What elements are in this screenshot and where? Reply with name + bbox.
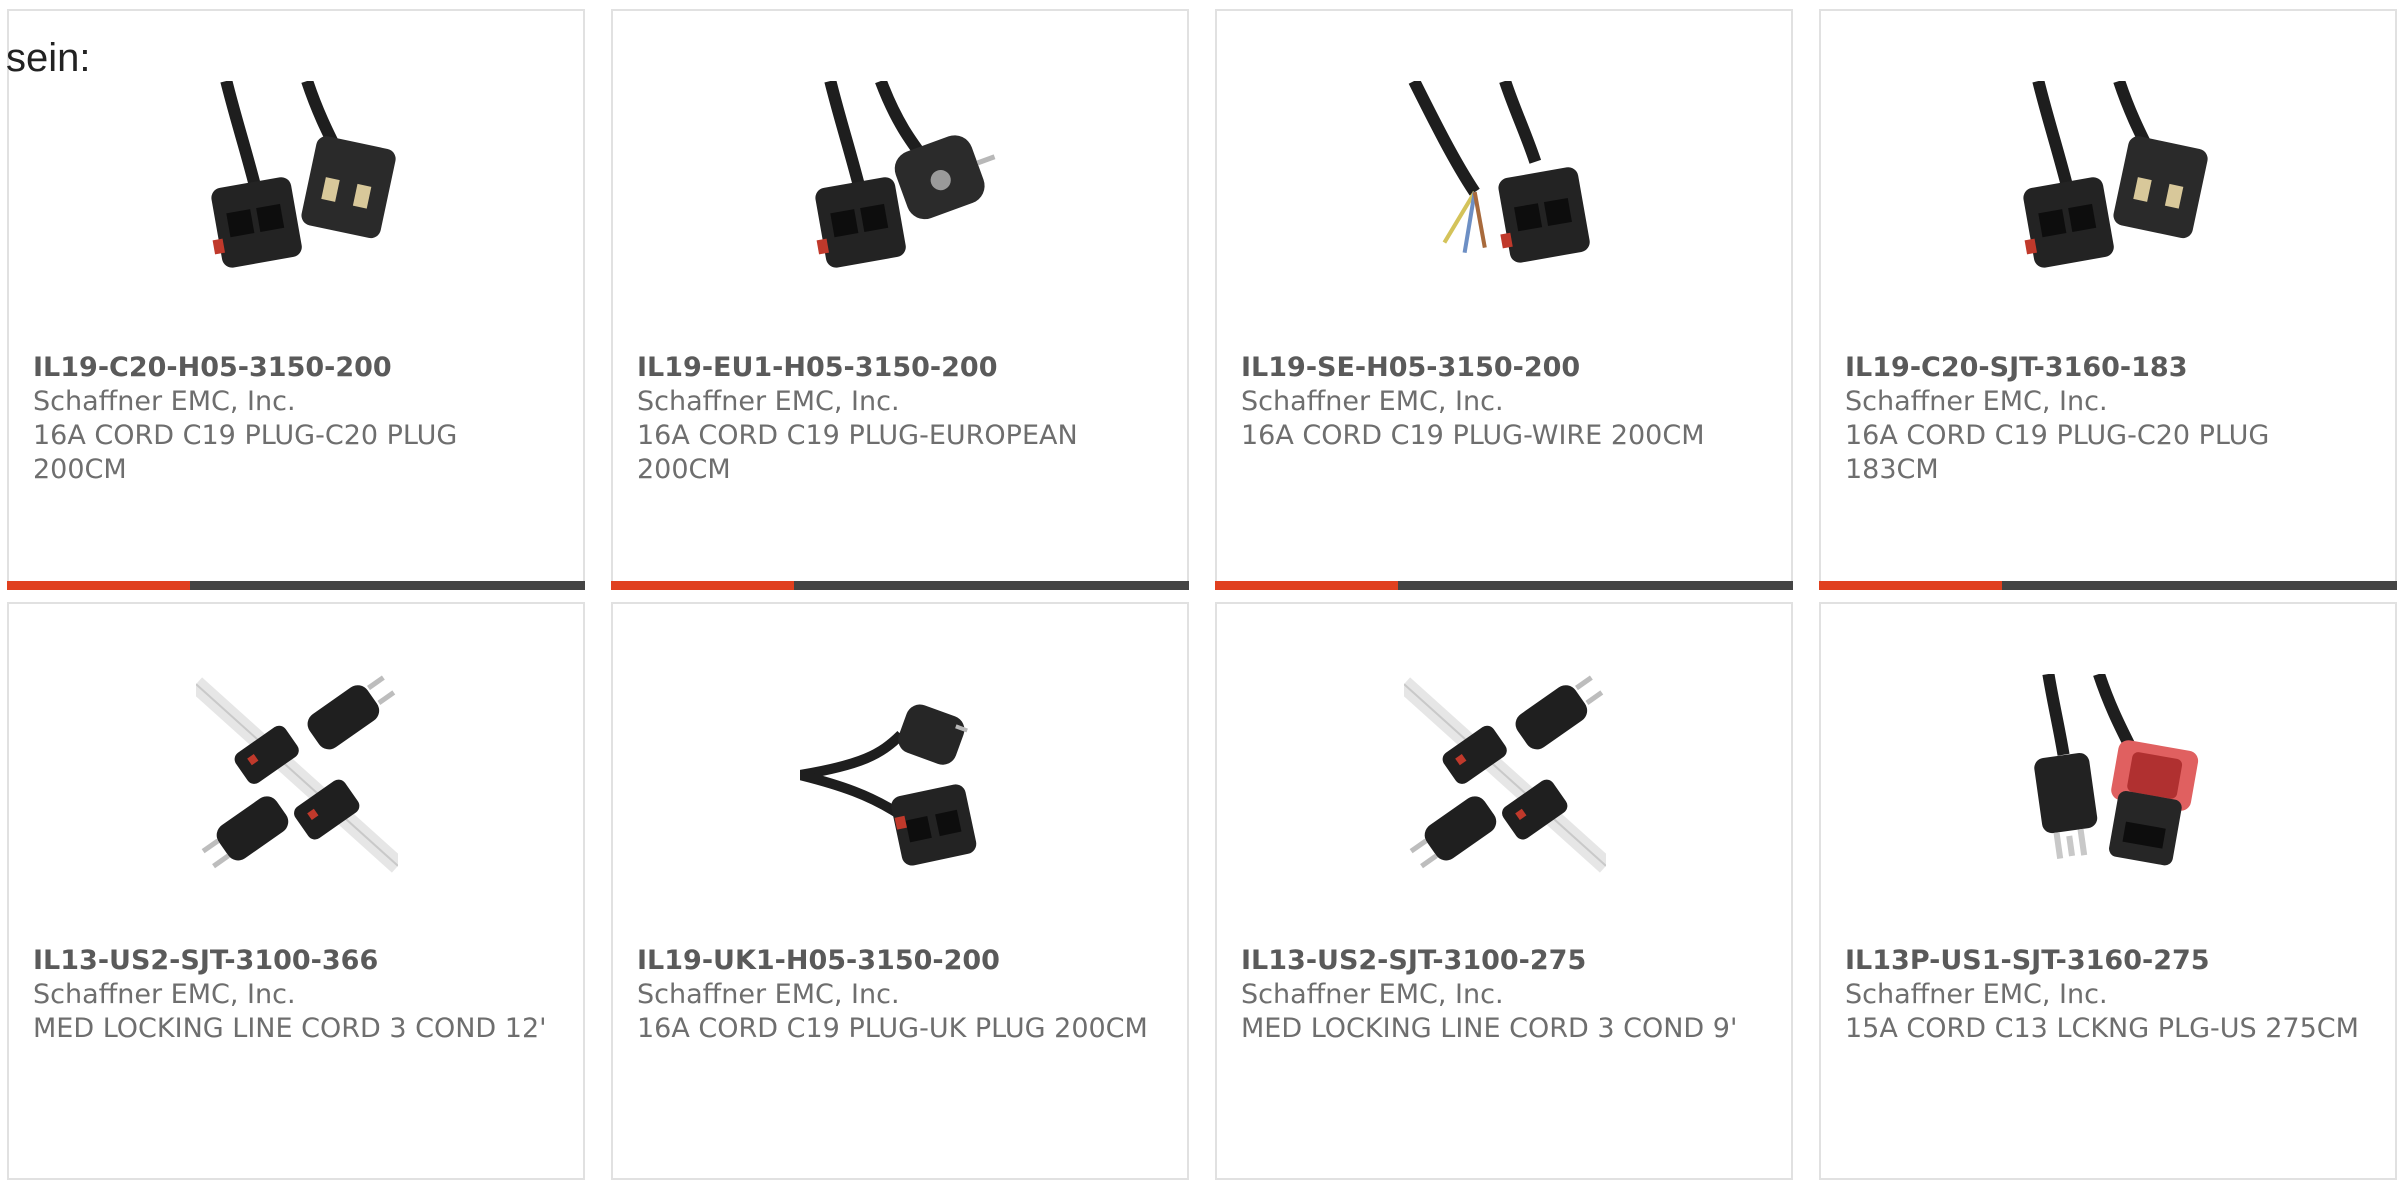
cord-us-locking-image — [196, 675, 398, 873]
manufacturer: Schaffner EMC, Inc. — [33, 979, 296, 1010]
product-description: MED LOCKING LINE CORD 3 COND 9' — [1241, 1013, 1738, 1044]
product-description: 16A CORD C19 PLUG-WIRE 200CM — [1241, 420, 1705, 451]
card-accent-bar — [7, 581, 585, 590]
product-info: IL19-C20-H05-3150-200 Schaffner EMC, Inc… — [33, 351, 553, 487]
cord-c19-c20-image — [2023, 81, 2208, 268]
product-info: IL13-US2-SJT-3100-275 Schaffner EMC, Inc… — [1241, 944, 1761, 1046]
product-description: 16A CORD C19 PLUG-UK PLUG 200CM — [637, 1013, 1148, 1044]
part-number-link[interactable]: IL13-US2-SJT-3100-275 — [1241, 944, 1761, 978]
cord-c19-c20-image — [211, 81, 396, 268]
card-accent-bar — [611, 581, 1189, 590]
product-info: IL19-C20-SJT-3160-183 Schaffner EMC, Inc… — [1845, 351, 2365, 487]
cord-c19-european-image — [815, 81, 996, 268]
part-number-link[interactable]: IL19-EU1-H05-3150-200 — [637, 351, 1157, 385]
product-info: IL19-SE-H05-3150-200 Schaffner EMC, Inc.… — [1241, 351, 1761, 453]
product-info: IL19-EU1-H05-3150-200 Schaffner EMC, Inc… — [637, 351, 1157, 487]
manufacturer: Schaffner EMC, Inc. — [33, 386, 296, 417]
product-info: IL19-UK1-H05-3150-200 Schaffner EMC, Inc… — [637, 944, 1157, 1046]
product-info: IL13P-US1-SJT-3160-275 Schaffner EMC, In… — [1845, 944, 2365, 1046]
manufacturer: Schaffner EMC, Inc. — [1241, 979, 1504, 1010]
product-description: 16A CORD C19 PLUG-EUROPEAN 200CM — [637, 420, 1078, 485]
manufacturer: Schaffner EMC, Inc. — [1845, 386, 2108, 417]
product-card[interactable]: IL19-C20-H05-3150-200 Schaffner EMC, Inc… — [7, 9, 585, 590]
product-card[interactable]: IL13-US2-SJT-3100-275 Schaffner EMC, Inc… — [1215, 602, 1793, 1180]
manufacturer: Schaffner EMC, Inc. — [637, 386, 900, 417]
product-card[interactable]: IL13-US2-SJT-3100-366 Schaffner EMC, Inc… — [7, 602, 585, 1180]
cord-c19-wire-image — [1408, 81, 1590, 263]
card-accent-bar — [1819, 581, 2397, 590]
product-description: 16A CORD C19 PLUG-C20 PLUG 200CM — [33, 420, 458, 485]
product-description: 16A CORD C19 PLUG-C20 PLUG 183CM — [1845, 420, 2270, 485]
intro-text: sein: — [6, 36, 91, 80]
part-number-link[interactable]: IL19-C20-SJT-3160-183 — [1845, 351, 2365, 385]
product-card[interactable]: IL19-EU1-H05-3150-200 Schaffner EMC, Inc… — [611, 9, 1189, 590]
product-description: 15A CORD C13 LCKNG PLG-US 275CM — [1845, 1013, 2359, 1044]
part-number-link[interactable]: IL13-US2-SJT-3100-366 — [33, 944, 553, 978]
manufacturer: Schaffner EMC, Inc. — [1241, 386, 1504, 417]
part-number-link[interactable]: IL19-UK1-H05-3150-200 — [637, 944, 1157, 978]
product-card[interactable]: IL19-UK1-H05-3150-200 Schaffner EMC, Inc… — [611, 602, 1189, 1180]
part-number-link[interactable]: IL19-SE-H05-3150-200 — [1241, 351, 1761, 385]
product-card[interactable]: IL19-C20-SJT-3160-183 Schaffner EMC, Inc… — [1819, 9, 2397, 590]
product-card[interactable]: IL13P-US1-SJT-3160-275 Schaffner EMC, In… — [1819, 602, 2397, 1180]
cord-c19-uk-image — [800, 704, 977, 866]
card-accent-bar — [1215, 581, 1793, 590]
cord-us-locking-image — [1404, 675, 1606, 873]
part-number-link[interactable]: IL19-C20-H05-3150-200 — [33, 351, 553, 385]
product-description: MED LOCKING LINE CORD 3 COND 12' — [33, 1013, 547, 1044]
manufacturer: Schaffner EMC, Inc. — [637, 979, 900, 1010]
manufacturer: Schaffner EMC, Inc. — [1845, 979, 2108, 1010]
cord-c13-us-red-lock-image — [2034, 674, 2199, 866]
product-card[interactable]: IL19-SE-H05-3150-200 Schaffner EMC, Inc.… — [1215, 9, 1793, 590]
product-grid: IL19-C20-H05-3150-200 Schaffner EMC, Inc… — [7, 9, 2400, 1180]
part-number-link[interactable]: IL13P-US1-SJT-3160-275 — [1845, 944, 2365, 978]
product-info: IL13-US2-SJT-3100-366 Schaffner EMC, Inc… — [33, 944, 553, 1046]
